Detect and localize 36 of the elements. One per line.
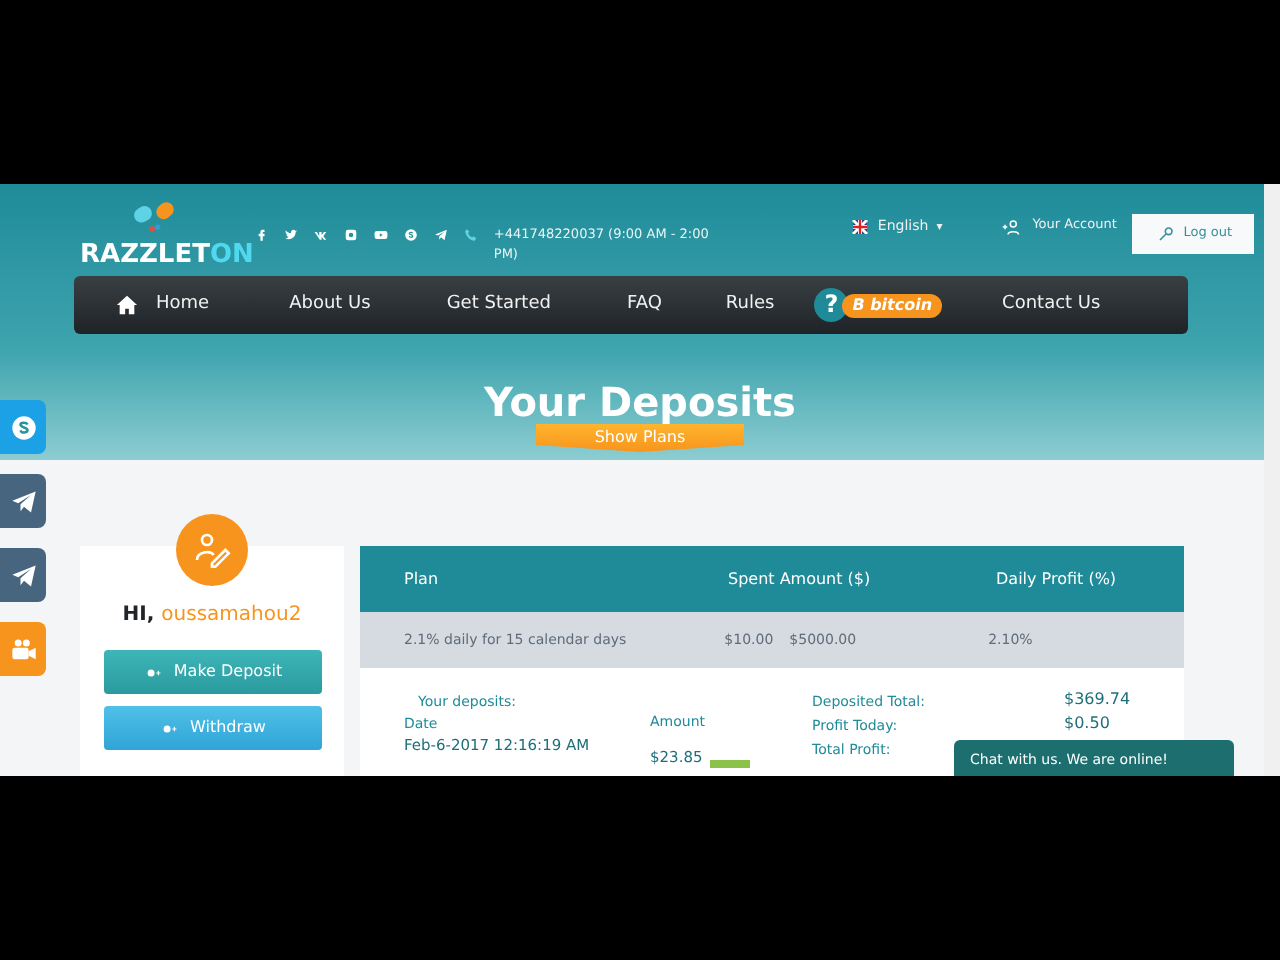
- nav-link[interactable]: FAQ: [626, 291, 662, 319]
- page-title: Your Deposits: [484, 376, 796, 429]
- status-tag: [710, 759, 751, 768]
- column-header: Plan: [404, 569, 439, 587]
- total-value: $0.50: [1064, 712, 1112, 736]
- username: oussamahou2: [161, 604, 302, 626]
- user-pencil-icon: [192, 530, 232, 570]
- facebook-icon[interactable]: [253, 228, 268, 242]
- coin-plus-icon: [158, 721, 182, 735]
- bitcoin-badge: B bitcoin: [842, 293, 943, 317]
- skype-button[interactable]: [9, 413, 37, 441]
- nav-link[interactable]: About Us: [289, 291, 371, 319]
- phone-icon: [463, 228, 478, 242]
- vk-icon[interactable]: [313, 228, 328, 242]
- total-value: $369.74: [1064, 688, 1131, 712]
- home-icon: [114, 294, 140, 316]
- uk-flag-icon: [849, 219, 870, 233]
- video-button[interactable]: [9, 635, 37, 663]
- scrollbar[interactable]: [1264, 184, 1280, 776]
- add-user-icon: [998, 217, 1025, 235]
- nav-link[interactable]: Get Started: [446, 291, 551, 319]
- nav-link[interactable]: Rules: [725, 291, 775, 319]
- youtube-icon[interactable]: [373, 228, 388, 242]
- greeting-text: HI,: [122, 604, 155, 626]
- telegram-button[interactable]: [9, 487, 37, 515]
- home-link[interactable]: Home: [114, 291, 210, 319]
- instagram-icon[interactable]: [343, 228, 358, 242]
- nav-link[interactable]: Contact Us: [1002, 291, 1101, 319]
- logo-text: RAZZLETON: [80, 240, 254, 274]
- column-header: Daily Profit (%): [996, 569, 1117, 587]
- paper-plane-icon[interactable]: [433, 228, 448, 242]
- help-icon[interactable]: ?: [814, 288, 849, 322]
- twitter-icon[interactable]: [283, 228, 298, 242]
- column-header: Spent Amount ($): [728, 569, 871, 587]
- telegram-button[interactable]: [9, 561, 37, 589]
- skype-icon[interactable]: [403, 228, 418, 242]
